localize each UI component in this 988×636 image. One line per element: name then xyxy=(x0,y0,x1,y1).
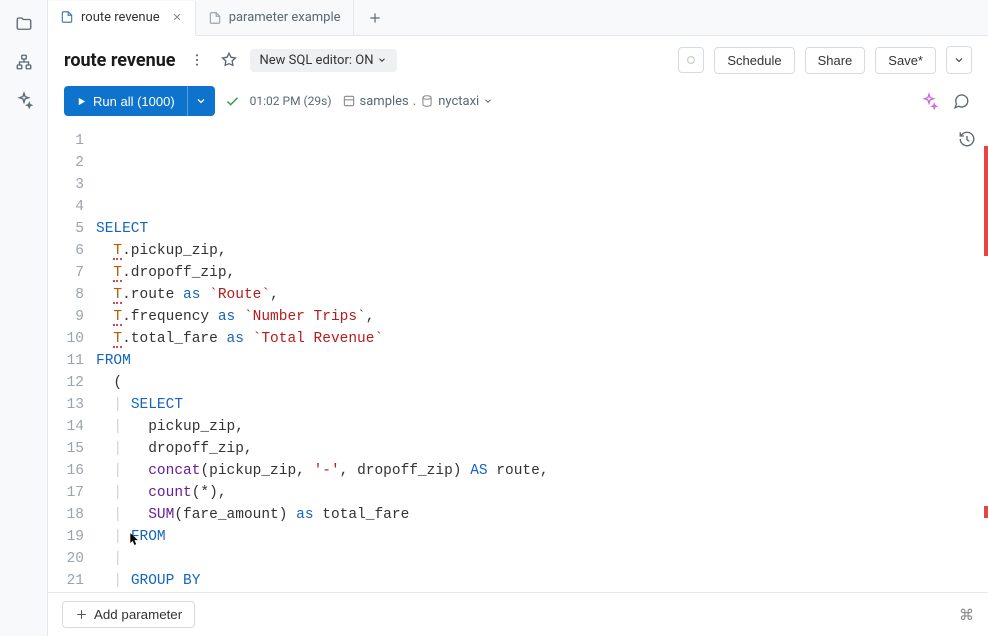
check-icon xyxy=(225,94,240,109)
close-icon[interactable] xyxy=(171,11,183,23)
schedule-button[interactable]: Schedule xyxy=(714,47,794,74)
code-line[interactable]: | pickup_zip, xyxy=(96,416,988,438)
editor-header: route revenue New SQL editor: ON Schedul… xyxy=(48,36,988,82)
tab-strip: route revenue parameter example xyxy=(48,0,988,36)
status-dot-icon xyxy=(687,56,695,64)
run-all-button[interactable]: Run all (1000) xyxy=(64,86,187,116)
minimap-error-marker xyxy=(984,146,988,256)
run-menu-caret[interactable] xyxy=(187,86,215,116)
ai-suggest-icon[interactable] xyxy=(14,90,34,110)
comment-icon[interactable] xyxy=(950,90,972,112)
add-parameter-button[interactable]: Add parameter xyxy=(62,601,195,628)
folder-icon[interactable] xyxy=(14,14,34,34)
schema-small-icon xyxy=(420,94,434,108)
code-line[interactable]: T.total_fare as `Total Revenue` xyxy=(96,328,988,350)
tab-route-revenue[interactable]: route revenue xyxy=(48,1,196,36)
code-line[interactable]: T.pickup_zip, xyxy=(96,240,988,262)
code-line[interactable]: | xyxy=(96,548,988,570)
code-line[interactable]: | FROM xyxy=(96,526,988,548)
code-line[interactable]: | SELECT xyxy=(96,394,988,416)
page-title: route revenue xyxy=(64,50,176,71)
tab-label: parameter example xyxy=(229,10,341,25)
new-editor-toggle[interactable]: New SQL editor: ON xyxy=(250,49,398,72)
code-line[interactable]: | dropoff_zip, xyxy=(96,438,988,460)
tab-parameter-example[interactable]: parameter example xyxy=(196,0,354,35)
minimap-error-marker xyxy=(984,506,988,518)
save-menu-caret[interactable] xyxy=(946,46,972,74)
code-area[interactable]: SELECT T.pickup_zip, T.dropoff_zip, T.ro… xyxy=(96,130,988,592)
code-line[interactable]: | GROUP BY xyxy=(96,570,988,592)
code-editor[interactable]: 123456789101112131415161718192021 SELECT… xyxy=(48,126,988,592)
left-nav-rail xyxy=(0,0,48,636)
code-line[interactable]: ( xyxy=(96,372,988,394)
connection-status[interactable] xyxy=(678,47,704,73)
code-line[interactable]: T.dropoff_zip, xyxy=(96,262,988,284)
code-line[interactable]: | concat(pickup_zip, '-', dropoff_zip) A… xyxy=(96,460,988,482)
database-icon xyxy=(342,94,356,108)
history-icon[interactable] xyxy=(956,128,978,150)
editor-toolbar: Run all (1000) 01:02 PM (29s) samples . … xyxy=(48,82,988,126)
code-line[interactable]: | SUM(fare_amount) as total_fare xyxy=(96,504,988,526)
tab-label: route revenue xyxy=(81,10,160,25)
save-button[interactable]: Save* xyxy=(875,47,936,74)
code-line[interactable]: T.frequency as `Number Trips`, xyxy=(96,306,988,328)
sql-file-icon xyxy=(208,11,222,25)
assistant-icon[interactable] xyxy=(918,90,940,112)
share-button[interactable]: Share xyxy=(805,47,866,74)
code-line[interactable]: | count(*), xyxy=(96,482,988,504)
line-gutter: 123456789101112131415161718192021 xyxy=(48,130,96,592)
editor-footer: Add parameter ⌘ xyxy=(48,592,988,636)
code-line[interactable]: SELECT xyxy=(96,218,988,240)
code-line[interactable]: FROM xyxy=(96,350,988,372)
keyboard-shortcut-icon[interactable]: ⌘ xyxy=(959,606,974,624)
star-icon[interactable] xyxy=(218,49,240,71)
sql-file-icon xyxy=(60,10,74,24)
new-tab-button[interactable] xyxy=(360,0,390,35)
run-time: 01:02 PM (29s) xyxy=(250,94,332,108)
catalog-picker[interactable]: samples . nyctaxi xyxy=(342,94,494,109)
more-menu-icon[interactable] xyxy=(186,49,208,71)
code-line[interactable]: T.route as `Route`, xyxy=(96,284,988,306)
schema-icon[interactable] xyxy=(14,52,34,72)
